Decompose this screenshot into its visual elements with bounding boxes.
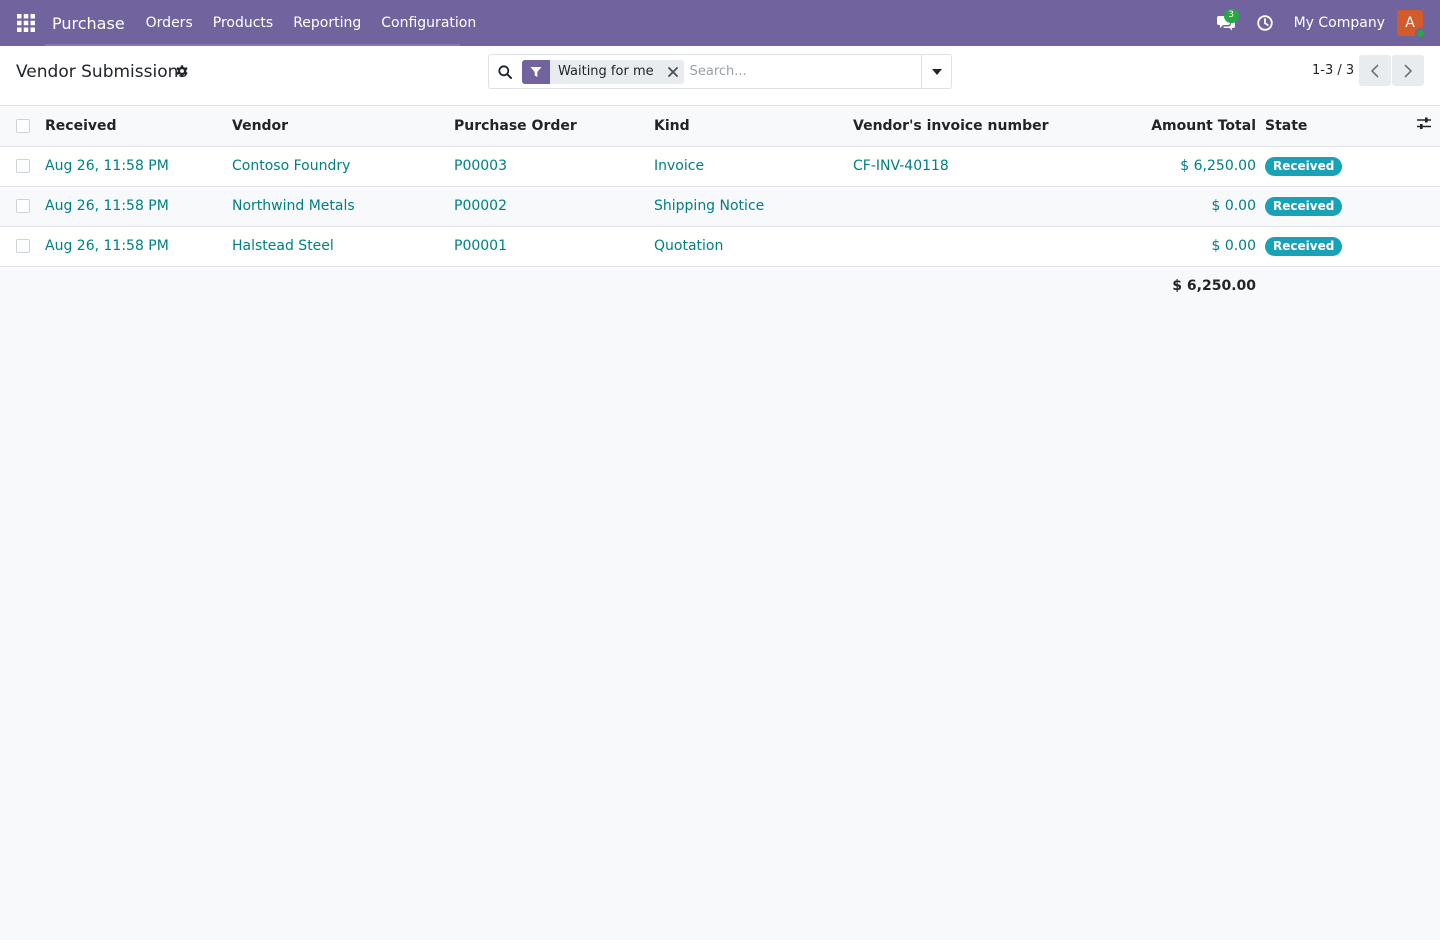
pager-next-button[interactable] bbox=[1392, 55, 1424, 86]
cell-state[interactable]: Received bbox=[1265, 186, 1400, 226]
cell-invoice-number[interactable] bbox=[853, 226, 1053, 266]
filter-facet: Waiting for me bbox=[522, 59, 684, 84]
header-amount-total[interactable]: Amount Total bbox=[1053, 106, 1265, 146]
facet-label: Waiting for me bbox=[558, 64, 654, 79]
gear-icon[interactable] bbox=[175, 64, 189, 78]
cell-empty bbox=[1400, 186, 1440, 226]
header-state[interactable]: State bbox=[1265, 106, 1400, 146]
cell-amount-total[interactable]: $ 0.00 bbox=[1053, 186, 1265, 226]
grid-icon bbox=[17, 14, 35, 32]
row-checkbox[interactable] bbox=[16, 199, 30, 213]
cell-purchase-order[interactable]: P00003 bbox=[454, 146, 654, 186]
cell-amount-total[interactable]: $ 0.00 bbox=[1053, 226, 1265, 266]
header-invoice-number[interactable]: Vendor's invoice number bbox=[853, 106, 1053, 146]
cell-invoice-number[interactable]: CF-INV-40118 bbox=[853, 146, 1053, 186]
cell-vendor[interactable]: Halstead Steel bbox=[232, 226, 454, 266]
search-bar: Waiting for me bbox=[488, 54, 952, 89]
apps-menu-button[interactable] bbox=[0, 0, 52, 46]
cell-amount-total[interactable]: $ 6,250.00 bbox=[1053, 146, 1265, 186]
pager-previous-button[interactable] bbox=[1359, 55, 1391, 86]
status-badge: Received bbox=[1265, 236, 1343, 256]
submissions-table: Received Vendor Purchase Order Kind Vend… bbox=[0, 106, 1440, 306]
sliders-icon bbox=[1417, 117, 1431, 130]
clock-icon bbox=[1256, 15, 1273, 31]
search-icon[interactable] bbox=[489, 55, 521, 88]
table-header-row: Received Vendor Purchase Order Kind Vend… bbox=[0, 106, 1440, 146]
messages-button[interactable]: 3 bbox=[1210, 0, 1242, 46]
table-footer-row: $ 6,250.00 bbox=[0, 266, 1440, 306]
online-status-icon bbox=[1415, 28, 1426, 39]
menu-products[interactable]: Products bbox=[203, 0, 283, 46]
control-panel: Vendor Submissions Waiting for me 1-3 / … bbox=[0, 46, 1440, 106]
footer-spacer bbox=[0, 266, 1053, 306]
chevron-left-icon bbox=[1371, 63, 1379, 78]
header-received[interactable]: Received bbox=[45, 106, 232, 146]
cell-kind[interactable]: Invoice bbox=[654, 146, 853, 186]
cell-kind[interactable]: Quotation bbox=[654, 226, 853, 266]
cell-vendor[interactable]: Northwind Metals bbox=[232, 186, 454, 226]
messages-count-badge: 3 bbox=[1223, 9, 1239, 23]
cell-vendor[interactable]: Contoso Foundry bbox=[232, 146, 454, 186]
pager-value[interactable]: 1-3 / 3 bbox=[1312, 63, 1354, 78]
chevron-right-icon bbox=[1404, 63, 1412, 78]
row-checkbox[interactable] bbox=[16, 159, 30, 173]
select-all-checkbox[interactable] bbox=[16, 118, 30, 133]
activities-button[interactable] bbox=[1248, 0, 1282, 46]
table-row[interactable]: Aug 26, 11:58 PM Halstead Steel P00001 Q… bbox=[0, 226, 1440, 266]
close-icon[interactable] bbox=[662, 60, 684, 84]
avatar-initial: A bbox=[1405, 15, 1415, 31]
menu-orders[interactable]: Orders bbox=[136, 0, 203, 46]
submissions-list: Received Vendor Purchase Order Kind Vend… bbox=[0, 106, 1440, 306]
cell-kind[interactable]: Shipping Notice bbox=[654, 186, 853, 226]
footer-amount-total: $ 6,250.00 bbox=[1053, 266, 1265, 306]
cell-state[interactable]: Received bbox=[1265, 226, 1400, 266]
row-checkbox[interactable] bbox=[16, 239, 30, 253]
select-all-checkbox-cell[interactable] bbox=[0, 106, 45, 146]
cell-received[interactable]: Aug 26, 11:58 PM bbox=[45, 146, 232, 186]
cell-invoice-number[interactable] bbox=[853, 186, 1053, 226]
caret-down-icon bbox=[931, 68, 942, 75]
row-checkbox-cell[interactable] bbox=[0, 146, 45, 186]
menu-configuration[interactable]: Configuration bbox=[371, 0, 486, 46]
cell-purchase-order[interactable]: P00001 bbox=[454, 226, 654, 266]
cell-purchase-order[interactable]: P00002 bbox=[454, 186, 654, 226]
header-vendor[interactable]: Vendor bbox=[232, 106, 454, 146]
table-row[interactable]: Aug 26, 11:58 PM Northwind Metals P00002… bbox=[0, 186, 1440, 226]
cell-received[interactable]: Aug 26, 11:58 PM bbox=[45, 226, 232, 266]
app-brand[interactable]: Purchase bbox=[52, 14, 125, 33]
search-input[interactable] bbox=[689, 56, 926, 87]
footer-spacer-right bbox=[1265, 266, 1440, 306]
table-row[interactable]: Aug 26, 11:58 PM Contoso Foundry P00003 … bbox=[0, 146, 1440, 186]
optional-columns-toggle[interactable] bbox=[1400, 106, 1440, 146]
status-badge: Received bbox=[1265, 196, 1343, 216]
cell-state[interactable]: Received bbox=[1265, 146, 1400, 186]
header-kind[interactable]: Kind bbox=[654, 106, 853, 146]
cell-empty bbox=[1400, 226, 1440, 266]
row-checkbox-cell[interactable] bbox=[0, 186, 45, 226]
page-title: Vendor Submissions bbox=[16, 62, 188, 82]
row-checkbox-cell[interactable] bbox=[0, 226, 45, 266]
filter-icon bbox=[522, 59, 550, 84]
company-switcher[interactable]: My Company bbox=[1294, 15, 1385, 31]
cell-received[interactable]: Aug 26, 11:58 PM bbox=[45, 186, 232, 226]
cell-empty bbox=[1400, 146, 1440, 186]
status-badge: Received bbox=[1265, 156, 1343, 176]
search-options-toggle[interactable] bbox=[921, 55, 951, 88]
header-purchase-order[interactable]: Purchase Order bbox=[454, 106, 654, 146]
menu-reporting[interactable]: Reporting bbox=[283, 0, 371, 46]
top-navbar: Purchase Orders Products Reporting Confi… bbox=[0, 0, 1440, 46]
user-avatar[interactable]: A bbox=[1397, 10, 1426, 39]
